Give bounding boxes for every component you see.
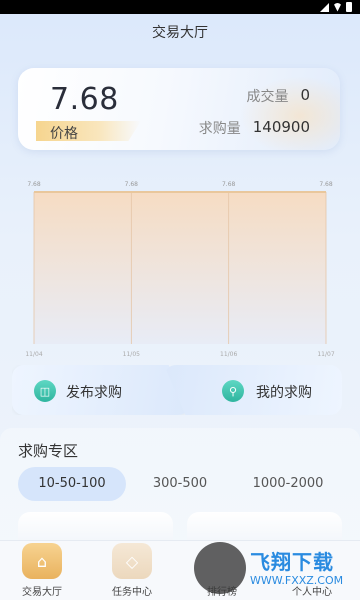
watermark-logo: 飞翔下载 WWW.FXXZ.COM [190, 540, 360, 600]
volume-label: 成交量 [246, 89, 289, 105]
my-requests-button[interactable]: ⚲ 我的求购 [164, 365, 342, 415]
range-tab-1[interactable]: 10-50-100 [18, 467, 126, 501]
price-value: 7.68 [50, 82, 119, 117]
cart-icon: ◫ [34, 380, 56, 402]
price-label: 价格 [50, 126, 78, 142]
price-card: 7.68 价格 成交量 0 求购量 140900 [18, 68, 340, 150]
watermark-title: 飞翔下载 [250, 550, 334, 574]
volume-row: 成交量 0 [246, 86, 310, 106]
range-tab-3[interactable]: 1000-2000 [234, 467, 342, 501]
nav-item-task-center[interactable]: ◇ 任务中心 [102, 543, 162, 598]
x-tick-label: 11/06 [220, 351, 237, 358]
buy-volume-label: 求购量 [198, 121, 241, 137]
signal-icon [320, 2, 329, 12]
action-buttons: ◫ 发布求购 ⚲ 我的求购 [12, 365, 342, 417]
range-tab-2[interactable]: 300-500 [126, 467, 234, 501]
nav-label: 交易大厅 [22, 587, 62, 598]
x-tick-label: 11/07 [317, 351, 334, 358]
publish-request-label: 发布求购 [66, 385, 122, 401]
x-tick-label: 11/04 [25, 351, 42, 358]
point-label: 7.68 [125, 181, 139, 188]
watermark-icon [194, 542, 246, 594]
range-selector: 10-50-100 300-500 1000-2000 [18, 467, 342, 501]
publish-request-button[interactable]: ◫ 发布求购 [12, 365, 190, 415]
request-zone-title: 求购专区 [18, 442, 79, 460]
home-icon: ⌂ [22, 543, 62, 579]
price-chart: 7.68 11/04 7.68 11/05 7.68 11/06 7.68 11/07 [25, 181, 334, 358]
nav-label: 任务中心 [112, 587, 152, 598]
watermark-url: WWW.FXXZ.COM [250, 574, 344, 587]
volume-value: 0 [300, 86, 310, 104]
buy-volume-row: 求购量 140900 [199, 118, 310, 138]
request-card-peek[interactable] [18, 512, 173, 542]
point-label: 7.68 [222, 181, 236, 188]
page-title: 交易大厅 [152, 25, 208, 41]
request-card-peek[interactable] [187, 512, 342, 542]
wifi-icon [333, 2, 342, 12]
x-tick-label: 11/05 [123, 351, 140, 358]
point-label: 7.68 [319, 181, 333, 188]
my-requests-label: 我的求购 [256, 385, 312, 401]
nav-item-trading-hall[interactable]: ⌂ 交易大厅 [12, 543, 72, 598]
price-area [34, 192, 326, 344]
gamepad-icon: ◇ [112, 543, 152, 579]
buy-volume-value: 140900 [252, 118, 310, 136]
search-icon: ⚲ [222, 380, 244, 402]
status-bar [0, 0, 360, 14]
point-label: 7.68 [27, 181, 41, 188]
battery-icon [346, 2, 352, 12]
